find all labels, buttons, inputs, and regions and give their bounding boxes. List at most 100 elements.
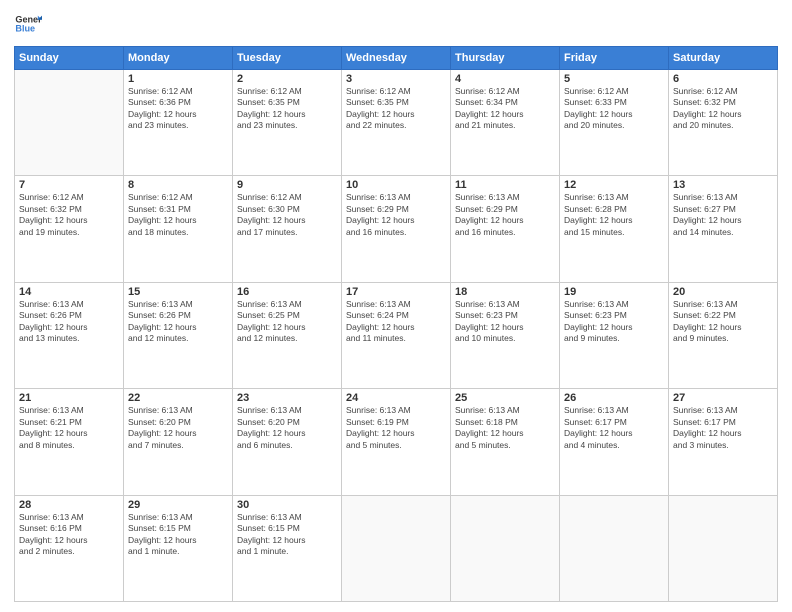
day-number: 30: [237, 499, 337, 511]
day-number: 24: [346, 392, 446, 404]
calendar-cell: 21Sunrise: 6:13 AM Sunset: 6:21 PM Dayli…: [15, 389, 124, 495]
calendar-cell: 24Sunrise: 6:13 AM Sunset: 6:19 PM Dayli…: [342, 389, 451, 495]
calendar-cell: 2Sunrise: 6:12 AM Sunset: 6:35 PM Daylig…: [233, 70, 342, 176]
day-number: 22: [128, 392, 228, 404]
day-info: Sunrise: 6:12 AM Sunset: 6:33 PM Dayligh…: [564, 86, 664, 132]
calendar-table: SundayMondayTuesdayWednesdayThursdayFrid…: [14, 46, 778, 602]
day-info: Sunrise: 6:13 AM Sunset: 6:26 PM Dayligh…: [19, 299, 119, 345]
day-info: Sunrise: 6:12 AM Sunset: 6:30 PM Dayligh…: [237, 192, 337, 238]
col-header-saturday: Saturday: [669, 47, 778, 70]
day-info: Sunrise: 6:12 AM Sunset: 6:36 PM Dayligh…: [128, 86, 228, 132]
calendar-cell: 8Sunrise: 6:12 AM Sunset: 6:31 PM Daylig…: [124, 176, 233, 282]
col-header-friday: Friday: [560, 47, 669, 70]
day-number: 14: [19, 286, 119, 298]
calendar-cell: 5Sunrise: 6:12 AM Sunset: 6:33 PM Daylig…: [560, 70, 669, 176]
calendar-cell: 12Sunrise: 6:13 AM Sunset: 6:28 PM Dayli…: [560, 176, 669, 282]
day-info: Sunrise: 6:12 AM Sunset: 6:32 PM Dayligh…: [19, 192, 119, 238]
logo: General Blue: [14, 10, 42, 38]
day-info: Sunrise: 6:13 AM Sunset: 6:26 PM Dayligh…: [128, 299, 228, 345]
day-info: Sunrise: 6:12 AM Sunset: 6:31 PM Dayligh…: [128, 192, 228, 238]
calendar-cell: 17Sunrise: 6:13 AM Sunset: 6:24 PM Dayli…: [342, 282, 451, 388]
day-number: 25: [455, 392, 555, 404]
calendar-cell: 30Sunrise: 6:13 AM Sunset: 6:15 PM Dayli…: [233, 495, 342, 601]
day-info: Sunrise: 6:13 AM Sunset: 6:17 PM Dayligh…: [564, 405, 664, 451]
calendar-cell: [342, 495, 451, 601]
day-info: Sunrise: 6:13 AM Sunset: 6:27 PM Dayligh…: [673, 192, 773, 238]
calendar-cell: 6Sunrise: 6:12 AM Sunset: 6:32 PM Daylig…: [669, 70, 778, 176]
calendar-cell: 1Sunrise: 6:12 AM Sunset: 6:36 PM Daylig…: [124, 70, 233, 176]
col-header-thursday: Thursday: [451, 47, 560, 70]
calendar-cell: 15Sunrise: 6:13 AM Sunset: 6:26 PM Dayli…: [124, 282, 233, 388]
day-number: 7: [19, 179, 119, 191]
day-number: 17: [346, 286, 446, 298]
col-header-sunday: Sunday: [15, 47, 124, 70]
calendar-cell: 10Sunrise: 6:13 AM Sunset: 6:29 PM Dayli…: [342, 176, 451, 282]
day-number: 21: [19, 392, 119, 404]
day-info: Sunrise: 6:13 AM Sunset: 6:21 PM Dayligh…: [19, 405, 119, 451]
calendar-cell: 23Sunrise: 6:13 AM Sunset: 6:20 PM Dayli…: [233, 389, 342, 495]
day-number: 13: [673, 179, 773, 191]
calendar-cell: 27Sunrise: 6:13 AM Sunset: 6:17 PM Dayli…: [669, 389, 778, 495]
day-info: Sunrise: 6:13 AM Sunset: 6:17 PM Dayligh…: [673, 405, 773, 451]
calendar-week-row: 1Sunrise: 6:12 AM Sunset: 6:36 PM Daylig…: [15, 70, 778, 176]
day-info: Sunrise: 6:12 AM Sunset: 6:32 PM Dayligh…: [673, 86, 773, 132]
calendar-week-row: 21Sunrise: 6:13 AM Sunset: 6:21 PM Dayli…: [15, 389, 778, 495]
day-info: Sunrise: 6:13 AM Sunset: 6:16 PM Dayligh…: [19, 512, 119, 558]
day-number: 20: [673, 286, 773, 298]
calendar-cell: 22Sunrise: 6:13 AM Sunset: 6:20 PM Dayli…: [124, 389, 233, 495]
header: General Blue: [14, 10, 778, 38]
day-number: 15: [128, 286, 228, 298]
calendar-cell: 9Sunrise: 6:12 AM Sunset: 6:30 PM Daylig…: [233, 176, 342, 282]
svg-text:Blue: Blue: [15, 24, 35, 34]
calendar-cell: 4Sunrise: 6:12 AM Sunset: 6:34 PM Daylig…: [451, 70, 560, 176]
day-info: Sunrise: 6:12 AM Sunset: 6:35 PM Dayligh…: [346, 86, 446, 132]
calendar-week-row: 28Sunrise: 6:13 AM Sunset: 6:16 PM Dayli…: [15, 495, 778, 601]
calendar-week-row: 7Sunrise: 6:12 AM Sunset: 6:32 PM Daylig…: [15, 176, 778, 282]
calendar-cell: 26Sunrise: 6:13 AM Sunset: 6:17 PM Dayli…: [560, 389, 669, 495]
logo-icon: General Blue: [14, 10, 42, 38]
day-number: 12: [564, 179, 664, 191]
calendar-cell: 18Sunrise: 6:13 AM Sunset: 6:23 PM Dayli…: [451, 282, 560, 388]
calendar-cell: 25Sunrise: 6:13 AM Sunset: 6:18 PM Dayli…: [451, 389, 560, 495]
day-info: Sunrise: 6:13 AM Sunset: 6:22 PM Dayligh…: [673, 299, 773, 345]
day-info: Sunrise: 6:13 AM Sunset: 6:28 PM Dayligh…: [564, 192, 664, 238]
col-header-tuesday: Tuesday: [233, 47, 342, 70]
day-info: Sunrise: 6:13 AM Sunset: 6:24 PM Dayligh…: [346, 299, 446, 345]
day-number: 11: [455, 179, 555, 191]
day-number: 4: [455, 73, 555, 85]
day-info: Sunrise: 6:12 AM Sunset: 6:35 PM Dayligh…: [237, 86, 337, 132]
calendar-week-row: 14Sunrise: 6:13 AM Sunset: 6:26 PM Dayli…: [15, 282, 778, 388]
calendar-cell: 29Sunrise: 6:13 AM Sunset: 6:15 PM Dayli…: [124, 495, 233, 601]
day-number: 8: [128, 179, 228, 191]
day-info: Sunrise: 6:13 AM Sunset: 6:20 PM Dayligh…: [128, 405, 228, 451]
col-header-monday: Monday: [124, 47, 233, 70]
day-number: 3: [346, 73, 446, 85]
day-number: 5: [564, 73, 664, 85]
day-number: 28: [19, 499, 119, 511]
day-number: 19: [564, 286, 664, 298]
day-number: 27: [673, 392, 773, 404]
day-number: 2: [237, 73, 337, 85]
col-header-wednesday: Wednesday: [342, 47, 451, 70]
calendar-cell: 28Sunrise: 6:13 AM Sunset: 6:16 PM Dayli…: [15, 495, 124, 601]
day-number: 29: [128, 499, 228, 511]
calendar-cell: 7Sunrise: 6:12 AM Sunset: 6:32 PM Daylig…: [15, 176, 124, 282]
calendar-cell: 14Sunrise: 6:13 AM Sunset: 6:26 PM Dayli…: [15, 282, 124, 388]
day-number: 9: [237, 179, 337, 191]
calendar-cell: 20Sunrise: 6:13 AM Sunset: 6:22 PM Dayli…: [669, 282, 778, 388]
day-number: 26: [564, 392, 664, 404]
day-number: 6: [673, 73, 773, 85]
day-info: Sunrise: 6:13 AM Sunset: 6:19 PM Dayligh…: [346, 405, 446, 451]
calendar-cell: [669, 495, 778, 601]
day-info: Sunrise: 6:13 AM Sunset: 6:25 PM Dayligh…: [237, 299, 337, 345]
day-info: Sunrise: 6:13 AM Sunset: 6:20 PM Dayligh…: [237, 405, 337, 451]
day-info: Sunrise: 6:13 AM Sunset: 6:23 PM Dayligh…: [455, 299, 555, 345]
day-info: Sunrise: 6:13 AM Sunset: 6:29 PM Dayligh…: [346, 192, 446, 238]
day-info: Sunrise: 6:12 AM Sunset: 6:34 PM Dayligh…: [455, 86, 555, 132]
page: General Blue SundayMondayTuesdayWednesda…: [0, 0, 792, 612]
calendar-cell: [451, 495, 560, 601]
day-number: 16: [237, 286, 337, 298]
calendar-cell: 11Sunrise: 6:13 AM Sunset: 6:29 PM Dayli…: [451, 176, 560, 282]
calendar-cell: 3Sunrise: 6:12 AM Sunset: 6:35 PM Daylig…: [342, 70, 451, 176]
day-number: 1: [128, 73, 228, 85]
